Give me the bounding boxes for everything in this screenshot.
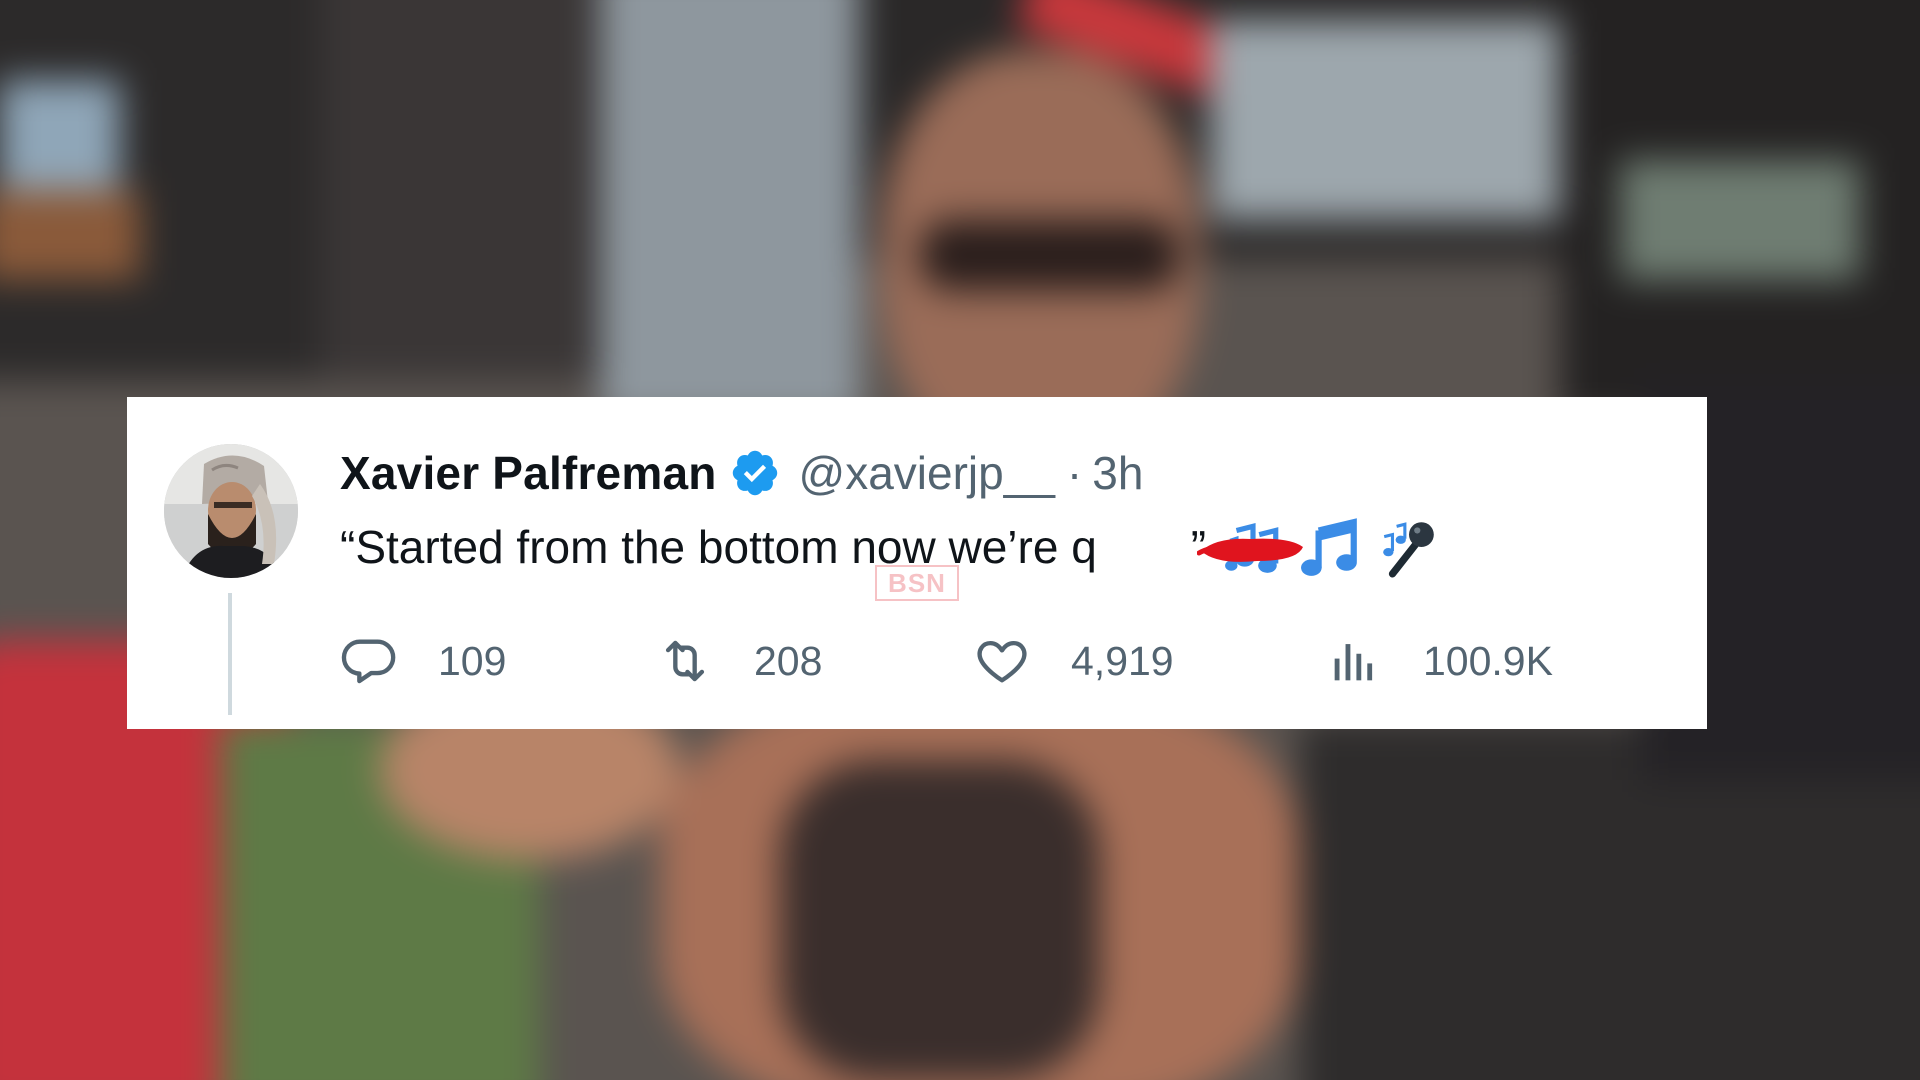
tweet-actions: 109 208 4,919 100.9K: [340, 631, 1620, 691]
display-name[interactable]: Xavier Palfreman: [340, 446, 717, 500]
timestamp[interactable]: 3h: [1092, 446, 1143, 500]
avatar[interactable]: [164, 444, 298, 578]
separator-dot: ·: [1066, 447, 1083, 499]
verified-badge-icon: [729, 447, 781, 499]
red-scribble-redaction: [1197, 538, 1303, 562]
video-frame: Xavier Palfreman @xavierjp__ · 3h “Start…: [0, 0, 1920, 1080]
reply-bubble-icon: [340, 632, 398, 690]
watermark-logo: BSN: [875, 565, 959, 601]
like-count: 4,919: [1071, 637, 1174, 684]
microphone-icon: [1378, 516, 1440, 578]
retweet-count: 208: [754, 637, 823, 684]
thread-line: [228, 593, 232, 715]
tweet-header: Xavier Palfreman @xavierjp__ · 3h: [340, 439, 1143, 507]
avatar-portrait-image: [164, 444, 298, 578]
tweet-text-body: “Started from the bottom now we’re q: [340, 521, 1097, 573]
retweet-icon: [656, 632, 714, 690]
musical-note-icon: [1300, 516, 1362, 578]
tweet-card: Xavier Palfreman @xavierjp__ · 3h “Start…: [127, 397, 1707, 729]
reply-count: 109: [438, 637, 507, 684]
censored-gap: [1097, 527, 1107, 567]
reply-button[interactable]: 109: [340, 631, 506, 691]
views-bar-chart-icon: [1325, 632, 1383, 690]
heart-icon: [973, 632, 1031, 690]
views-button[interactable]: 100.9K: [1325, 631, 1553, 691]
like-button[interactable]: 4,919: [973, 631, 1174, 691]
user-handle[interactable]: @xavierjp__: [799, 446, 1055, 500]
retweet-button[interactable]: 208: [656, 631, 822, 691]
views-count: 100.9K: [1423, 637, 1553, 684]
